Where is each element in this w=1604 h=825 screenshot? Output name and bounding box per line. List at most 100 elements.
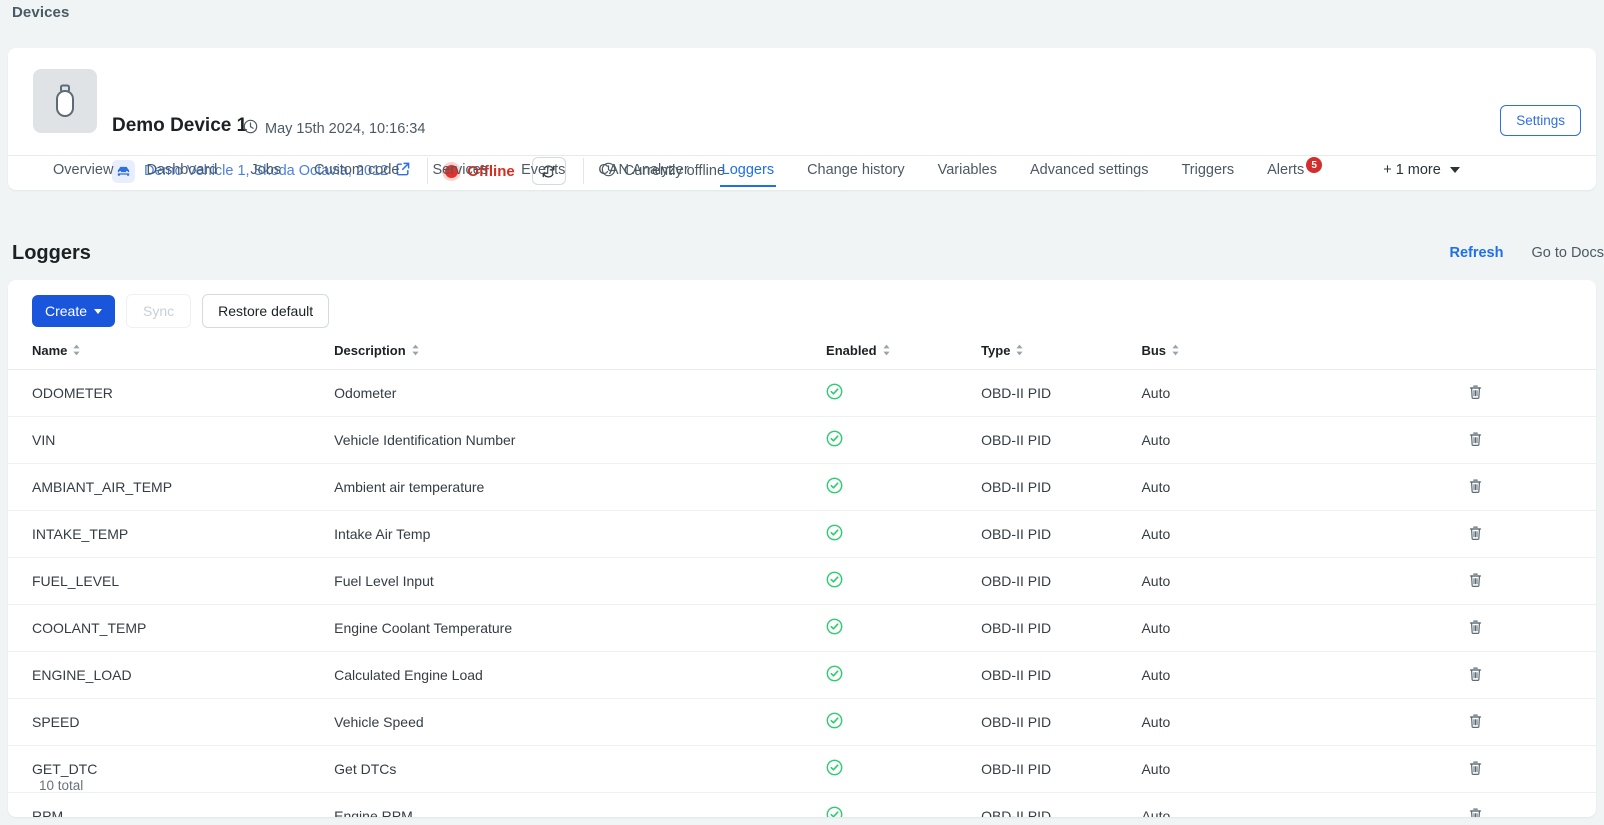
more-tabs-label: + 1 more [1383,162,1441,178]
cell-name: INTAKE_TEMP [8,510,335,558]
table-row[interactable]: GET_DTC Get DTCs OBD-II PID Auto [8,745,1596,793]
tab-label: Advanced settings [1029,162,1149,178]
trash-icon[interactable] [1468,384,1483,403]
device-name: Demo Device 1 [112,115,248,136]
cell-enabled [826,745,982,793]
check-circle-icon [826,618,843,638]
check-circle-icon [826,524,843,544]
tab-advanced-settings[interactable]: Advanced settings [1030,156,1149,187]
cell-bus: Auto [1141,369,1468,417]
trash-icon[interactable] [1468,525,1483,544]
cell-type: OBD-II PID [981,463,1142,511]
cell-description: Vehicle Speed [334,698,827,746]
cell-type: OBD-II PID [981,369,1142,417]
tab-change-history[interactable]: Change history [807,156,905,187]
chevron-down-icon [1449,167,1460,173]
cell-type: OBD-II PID [981,651,1142,699]
column-header-type[interactable]: Type [981,337,1142,370]
table-row[interactable]: VIN Vehicle Identification Number OBD-II P… [8,416,1596,464]
tab-variables[interactable]: Variables [938,156,997,187]
cell-actions [1467,369,1596,417]
table-row[interactable]: ENGINE_LOAD Calculated Engine Load OBD-II … [8,651,1596,699]
tab-label: Loggers [721,162,775,178]
trash-icon[interactable] [1468,807,1483,817]
create-button[interactable]: Create [32,295,116,327]
tab-dashboard[interactable]: Dashboard [146,156,217,187]
check-circle-icon [826,665,843,685]
cell-bus: Auto [1141,651,1468,699]
table-row[interactable]: SPEED Vehicle Speed OBD-II PID Auto [8,698,1596,746]
column-header-name[interactable]: Name [8,337,335,370]
cell-name: ENGINE_LOAD [8,651,335,699]
cell-actions [1467,604,1596,652]
loggers-table: Name Description Enabled Type Bus ODOMET… [8,337,1596,817]
tab-loggers[interactable]: Loggers [719,156,777,187]
cell-type: OBD-II PID [981,792,1142,817]
trash-icon[interactable] [1468,760,1483,779]
sort-icon [882,344,891,359]
tab-label: Dashboard [146,162,218,178]
column-header-actions [1467,337,1596,370]
tab-events[interactable]: Events [521,156,565,187]
cell-description: Fuel Level Input [334,557,827,605]
table-toolbar: Create Sync Restore default [32,294,330,328]
check-circle-icon [826,759,843,779]
table-row[interactable]: FUEL_LEVEL Fuel Level Input OBD-II PID Auto [8,557,1596,605]
cell-type: OBD-II PID [981,416,1142,464]
tab-label: Jobs [250,162,282,178]
column-header-description[interactable]: Description [334,337,827,370]
cell-name: FUEL_LEVEL [8,557,335,605]
go-to-docs-link[interactable]: Go to Docs [1531,245,1604,261]
tab-label: Custom code [314,162,400,178]
table-head: Name Description Enabled Type Bus [8,337,1596,370]
column-label-description: Description [334,343,406,358]
column-label-enabled: Enabled [826,343,877,358]
column-header-enabled[interactable]: Enabled [826,337,982,370]
cell-bus: Auto [1141,745,1468,793]
settings-button[interactable]: Settings [1500,105,1581,136]
cell-description: Odometer [334,369,827,417]
cell-actions [1467,698,1596,746]
tab-label: Alerts [1267,162,1305,178]
device-tabs: Overview Dashboard Jobs Custom code Services… [8,155,1596,190]
tab-can-analyzer[interactable]: CAN Analyzer [598,156,688,187]
refresh-link[interactable]: Refresh [1449,245,1503,261]
trash-icon[interactable] [1468,713,1483,732]
table-row[interactable]: AMBIANT_AIR_TEMP Ambient air temperature O… [8,463,1596,511]
column-header-bus[interactable]: Bus [1141,337,1468,370]
cell-description: Calculated Engine Load [334,651,827,699]
cell-actions [1467,463,1596,511]
cell-bus: Auto [1141,792,1468,817]
trash-icon[interactable] [1468,666,1483,685]
tab-triggers[interactable]: Triggers [1181,156,1234,187]
table-row[interactable]: RPM Engine RPM OBD-II PID Auto [8,792,1596,817]
cell-name: ODOMETER [8,369,335,417]
tab-jobs[interactable]: Jobs [250,156,281,187]
tab-label: Variables [937,162,997,178]
table-row[interactable]: INTAKE_TEMP Intake Air Temp OBD-II PID Auto [8,510,1596,558]
trash-icon[interactable] [1468,619,1483,638]
tab-alerts[interactable]: Alerts 5 [1267,156,1323,187]
cell-bus: Auto [1141,416,1468,464]
sort-icon [1015,344,1024,359]
tab-label: Change history [807,162,905,178]
table-row[interactable]: COOLANT_TEMP Engine Coolant Temperature OB… [8,604,1596,652]
more-tabs-button[interactable]: + 1 more [1383,156,1460,187]
device-timestamp: May 15th 2024, 10:16:34 [243,119,425,138]
cell-actions [1467,745,1596,793]
section-actions: Refresh Go to Docs [1449,245,1604,261]
tab-services[interactable]: Services [432,156,488,187]
cell-enabled [826,557,982,605]
trash-icon[interactable] [1468,431,1483,450]
cell-bus: Auto [1141,510,1468,558]
trash-icon[interactable] [1468,478,1483,497]
cell-actions [1467,510,1596,558]
trash-icon[interactable] [1468,572,1483,591]
table-row[interactable]: ODOMETER Odometer OBD-II PID Auto [8,369,1596,417]
tab-overview[interactable]: Overview [53,156,113,187]
tab-custom-code[interactable]: Custom code [314,156,399,187]
cell-description: Ambient air temperature [334,463,827,511]
column-label-name: Name [32,343,68,358]
cell-bus: Auto [1141,463,1468,511]
restore-default-button[interactable]: Restore default [202,294,330,328]
